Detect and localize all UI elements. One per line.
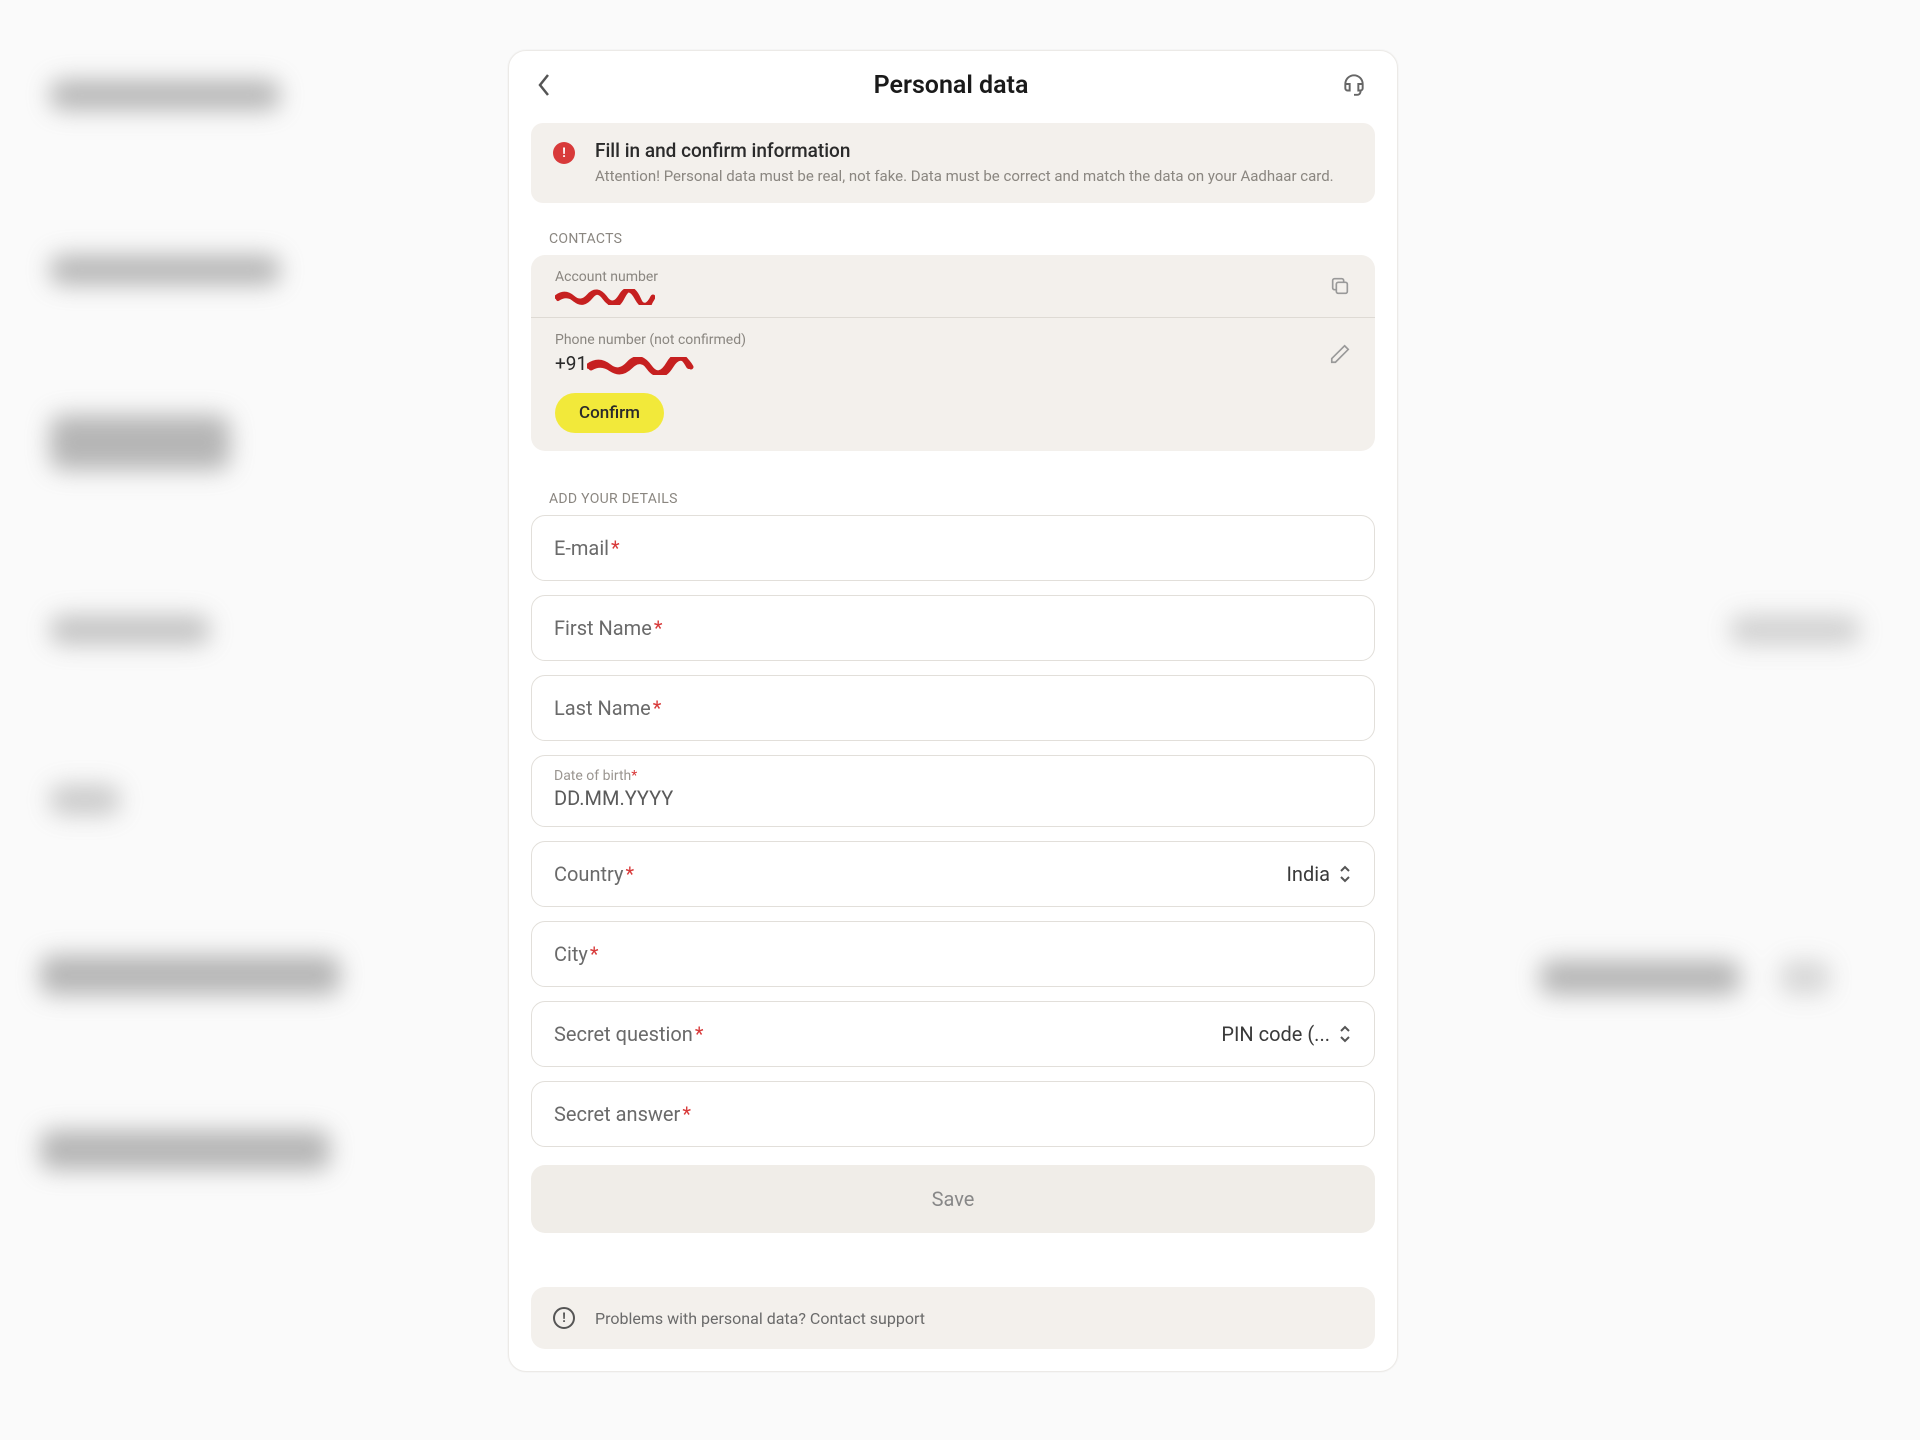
last-name-field[interactable]: Last Name* (531, 675, 1375, 741)
dob-placeholder: DD.MM.YYYY (554, 786, 673, 810)
secret-answer-label: Secret answer (554, 1102, 680, 1126)
last-name-label: Last Name (554, 696, 651, 720)
info-icon: ! (553, 1307, 575, 1329)
contacts-card: Account number Phone number (not confirm… (531, 255, 1375, 451)
alert-message: Attention! Personal data must be real, n… (595, 166, 1334, 187)
personal-data-modal: Personal data ! Fill in and confirm info… (508, 50, 1398, 1372)
country-label: Country (554, 862, 623, 886)
modal-header: Personal data (509, 51, 1397, 117)
back-button[interactable] (529, 69, 561, 101)
contacts-section-label: CONTACTS (509, 231, 1397, 255)
phone-number-row: Phone number (not confirmed) +91 (531, 318, 1375, 389)
alert-banner: ! Fill in and confirm information Attent… (531, 123, 1375, 203)
account-number-redacted (555, 289, 655, 303)
first-name-field[interactable]: First Name* (531, 595, 1375, 661)
edit-phone-button[interactable] (1329, 343, 1351, 365)
contact-support-row[interactable]: ! Problems with personal data? Contact s… (531, 1287, 1375, 1349)
form-section: E-mail* First Name* Last Name* Date of b… (509, 515, 1397, 1257)
save-button[interactable]: Save (531, 1165, 1375, 1233)
city-field[interactable]: City* (531, 921, 1375, 987)
email-label: E-mail (554, 536, 609, 560)
phone-label: Phone number (not confirmed) (555, 332, 746, 348)
email-field[interactable]: E-mail* (531, 515, 1375, 581)
alert-icon: ! (553, 142, 575, 164)
copy-icon (1329, 275, 1351, 297)
chevron-left-icon (537, 72, 553, 98)
account-number-row: Account number (531, 255, 1375, 318)
modal-title: Personal data (561, 71, 1341, 100)
updown-icon (1338, 864, 1352, 884)
alert-title: Fill in and confirm information (595, 139, 1334, 162)
country-value: India (1286, 862, 1330, 886)
dob-label: Date of birth (554, 768, 631, 784)
phone-prefix: +91 (555, 352, 587, 375)
country-field[interactable]: Country* India (531, 841, 1375, 907)
account-number-label: Account number (555, 269, 658, 285)
secret-answer-field[interactable]: Secret answer* (531, 1081, 1375, 1147)
first-name-label: First Name (554, 616, 652, 640)
headset-icon (1341, 71, 1367, 97)
support-text: Problems with personal data? Contact sup… (595, 1309, 925, 1328)
support-button[interactable] (1341, 71, 1369, 99)
secret-question-value: PIN code (... (1221, 1022, 1330, 1046)
updown-icon (1338, 1024, 1352, 1044)
copy-button[interactable] (1329, 275, 1351, 297)
confirm-button[interactable]: Confirm (555, 393, 664, 433)
details-section-label: ADD YOUR DETAILS (509, 491, 1397, 515)
pencil-icon (1329, 343, 1351, 365)
secret-question-label: Secret question (554, 1022, 693, 1046)
phone-redacted (587, 357, 697, 371)
dob-field[interactable]: Date of birth* DD.MM.YYYY (531, 755, 1375, 827)
city-label: City (554, 942, 588, 966)
secret-question-field[interactable]: Secret question* PIN code (... (531, 1001, 1375, 1067)
